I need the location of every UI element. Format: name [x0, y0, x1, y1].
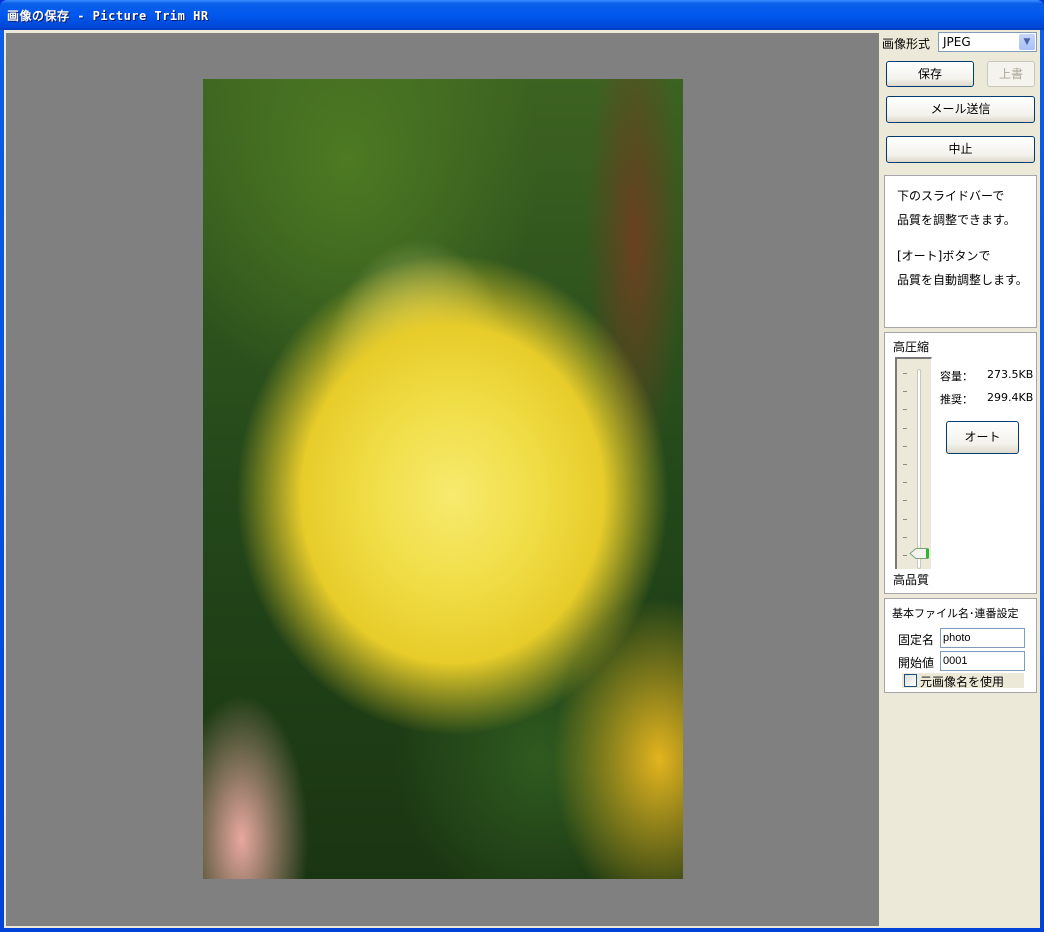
start-value-input[interactable] [940, 651, 1025, 671]
slider-tick [903, 445, 907, 447]
size-label: 容量： [940, 370, 973, 383]
recommended-value: 299.4KB [987, 391, 1034, 404]
filename-group-title: 基本ファイル名･連番設定 [892, 607, 1019, 620]
title-bar[interactable]: 画像の保存 - Picture Trim HR [0, 0, 1044, 30]
high-compression-label: 高圧縮 [893, 340, 930, 354]
use-original-name-label: 元画像名を使用 [920, 675, 1005, 689]
slider-tick [903, 555, 907, 556]
info-line-4: 品質を自動調整します。 [897, 273, 1028, 287]
recommended-label: 推奨： [940, 393, 973, 406]
slider-tick [903, 409, 907, 411]
slider-tick [903, 373, 907, 374]
high-quality-label: 高品質 [893, 573, 930, 587]
slider-tick [903, 500, 907, 502]
send-mail-button[interactable]: メール送信 [886, 96, 1035, 123]
slider-tick [903, 536, 907, 538]
use-original-name-option[interactable]: 元画像名を使用 [902, 673, 1024, 689]
format-selected-value: JPEG [943, 35, 971, 49]
settings-panel: 画像形式 JPEG ▼ 保存 上書 メール送信 中止 下のスライドバーで 品質を… [880, 30, 1040, 928]
info-line-1: 下のスライドバーで [897, 189, 1005, 203]
slider-tick [903, 427, 907, 429]
preview-image [203, 79, 683, 879]
quality-group: 高圧縮 高品質 容量： 273.5KB 推奨： 299.4KB オート [884, 332, 1037, 594]
use-original-name-checkbox[interactable] [904, 674, 917, 687]
slider-tick [903, 518, 907, 520]
format-label: 画像形式 [882, 37, 931, 51]
quality-slider[interactable] [895, 357, 932, 569]
auto-button[interactable]: オート [946, 421, 1019, 454]
cancel-button[interactable]: 中止 [886, 136, 1035, 163]
overwrite-button[interactable]: 上書 [987, 61, 1035, 87]
format-select[interactable]: JPEG ▼ [938, 32, 1037, 52]
fixed-name-input[interactable] [940, 628, 1025, 648]
slider-thumb[interactable] [909, 548, 931, 559]
size-value: 273.5KB [987, 368, 1034, 381]
info-box: 下のスライドバーで 品質を調整できます。 [オート]ボタンで 品質を自動調整しま… [884, 175, 1037, 328]
info-line-2: 品質を調整できます。 [897, 213, 1016, 227]
start-value-label: 開始値 [898, 656, 935, 670]
slider-tick [903, 464, 907, 465]
fixed-name-label: 固定名 [898, 633, 935, 647]
slider-tick [903, 391, 907, 393]
info-line-3: [オート]ボタンで [897, 249, 991, 263]
slider-rail [917, 369, 921, 569]
window-title: 画像の保存 - Picture Trim HR [7, 9, 209, 23]
filename-group: 基本ファイル名･連番設定 固定名 開始値 元画像名を使用 [884, 598, 1037, 693]
slider-tick [903, 482, 907, 484]
chevron-down-icon[interactable]: ▼ [1019, 34, 1035, 50]
app-window: 画像の保存 - Picture Trim HR 画像形式 JPEG ▼ 保存 上… [0, 0, 1044, 932]
save-button[interactable]: 保存 [886, 61, 974, 87]
